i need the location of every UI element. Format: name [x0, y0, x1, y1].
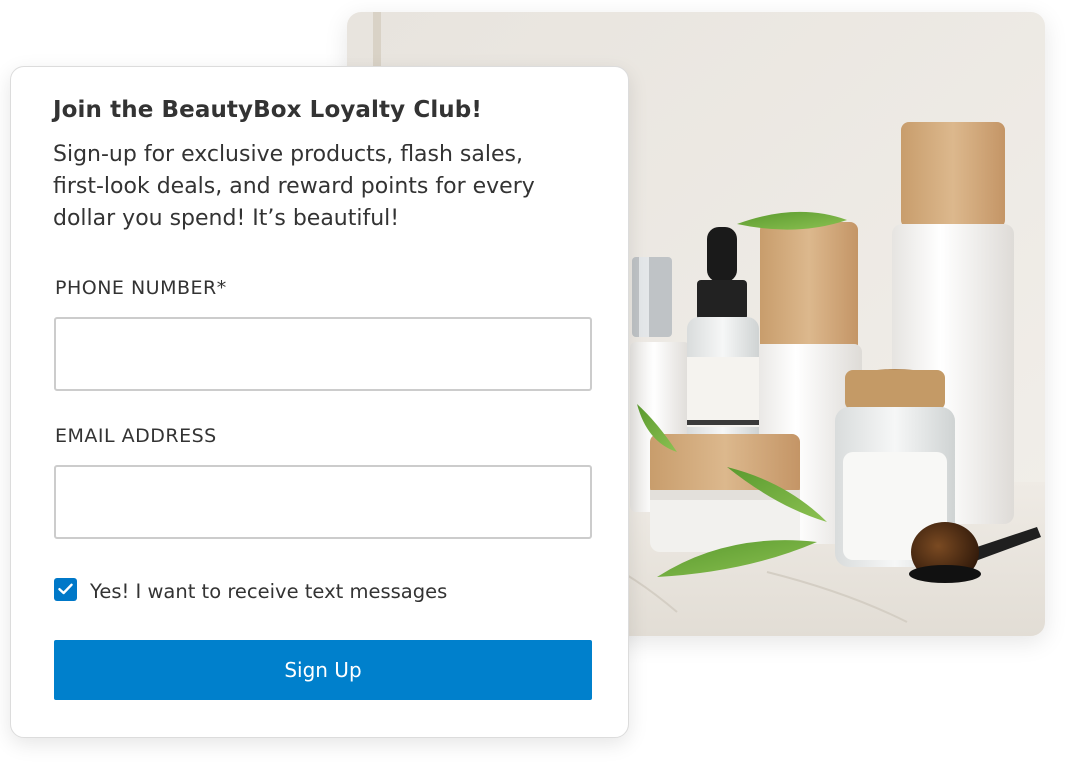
sms-consent-checkbox[interactable] — [54, 577, 77, 601]
signup-description: Sign-up for exclusive products, flash sa… — [53, 142, 535, 231]
sms-consent-label[interactable]: Yes! I want to receive text messages — [90, 580, 447, 603]
phone-number-input[interactable] — [54, 317, 592, 391]
sms-consent-row: Yes! I want to receive text messages — [54, 576, 447, 603]
phone-number-label: PHONE NUMBER* — [55, 277, 227, 299]
sign-up-button[interactable]: Sign Up — [54, 640, 592, 700]
signup-title: Join the BeautyBox Loyalty Club! — [53, 97, 482, 123]
checkmark-icon — [58, 583, 73, 595]
signup-card: Join the BeautyBox Loyalty Club! Sign-up… — [10, 66, 629, 738]
email-address-label: EMAIL ADDRESS — [55, 425, 217, 447]
email-address-input[interactable] — [54, 465, 592, 539]
